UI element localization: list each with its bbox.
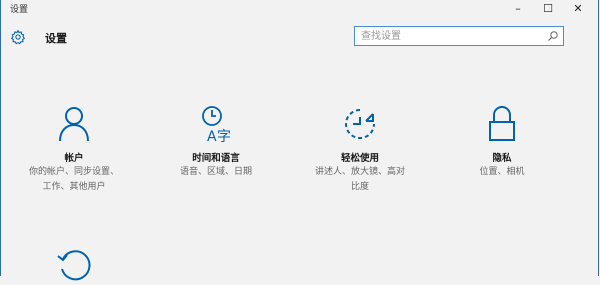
search-icon[interactable] [547, 30, 559, 42]
tile-desc: 你的帐户、同步设置、 [28, 167, 119, 177]
maximize-button[interactable]: ☐ [534, 0, 562, 16]
svg-text:字: 字 [217, 129, 231, 144]
window-title: 设置 [10, 5, 29, 15]
minimize-button[interactable]: – [504, 0, 532, 16]
page-title: 设置 [45, 32, 67, 45]
ease-of-access-icon [345, 109, 375, 139]
update-icon [57, 250, 91, 281]
tile-label: 时间和语言 [192, 153, 240, 164]
tile-label: 轻松使用 [340, 153, 379, 164]
tile-desc: 位置、相机 [479, 167, 525, 177]
tile-time-language[interactable]: A 字 时间和语言 语音、区域、日期 [151, 104, 281, 179]
search-input[interactable] [355, 27, 535, 45]
search-box[interactable] [354, 26, 564, 46]
tile-desc: 工作、其他用户 [42, 182, 106, 192]
lock-icon [489, 106, 515, 141]
title-bar: 设置 – ☐ ✕ [1, 0, 598, 18]
settings-window: 设置 – ☐ ✕ 设置 帐户 你的帐户、同步设置、 工作、其他用户 [0, 0, 599, 281]
tile-label: 隐私 [492, 153, 512, 164]
tile-privacy[interactable]: 隐私 位置、相机 [437, 104, 567, 179]
svg-text:A: A [207, 129, 217, 144]
tile-desc: 讲述人、放大镜、高对 [314, 167, 405, 177]
tile-update-security[interactable] [9, 245, 139, 285]
tile-ease-of-access[interactable]: 轻松使用 讲述人、放大镜、高对 比度 [295, 104, 425, 194]
tile-desc: 比度 [350, 182, 369, 192]
close-button[interactable]: ✕ [564, 0, 592, 16]
tile-accounts[interactable]: 帐户 你的帐户、同步设置、 工作、其他用户 [9, 104, 139, 194]
person-icon [59, 107, 89, 142]
time-language-icon: A 字 [202, 106, 231, 144]
gear-icon [10, 29, 26, 45]
tile-label: 帐户 [64, 153, 84, 164]
tile-desc: 语音、区域、日期 [179, 167, 252, 177]
